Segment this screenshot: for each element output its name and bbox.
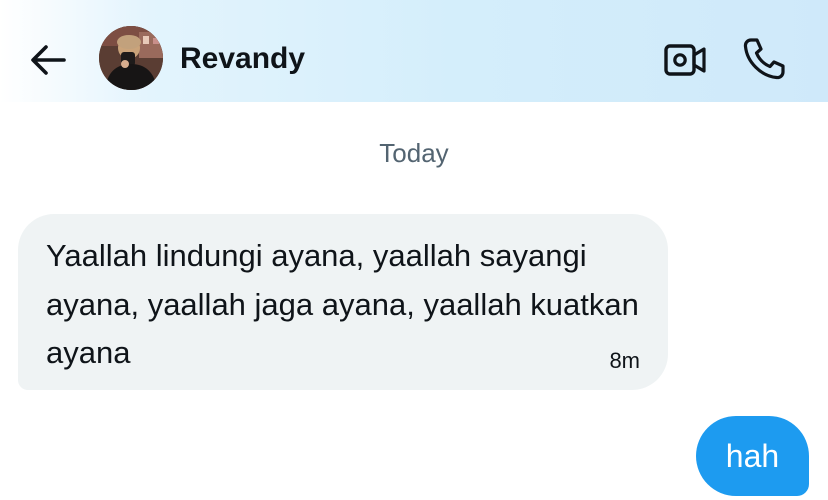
chat-header: Revandy — [0, 0, 828, 102]
back-button[interactable] — [28, 40, 68, 80]
avatar-photo — [99, 26, 163, 90]
message-text: hah — [725, 438, 780, 474]
phone-icon — [743, 38, 785, 80]
video-camera-icon — [664, 44, 706, 76]
voice-call-button[interactable] — [740, 35, 788, 83]
outgoing-message-bubble[interactable]: hah — [696, 416, 809, 496]
message-text: Yaallah lindungi ayana, yaallah sayangi … — [46, 238, 639, 370]
arrow-left-icon — [31, 45, 66, 75]
date-separator: Today — [379, 138, 449, 168]
avatar[interactable] — [99, 26, 163, 90]
chat-screen: Revandy Today Yaallah lindungi ayana, ya… — [0, 0, 828, 500]
incoming-message-bubble[interactable]: Yaallah lindungi ayana, yaallah sayangi … — [18, 214, 668, 390]
contact-name[interactable]: Revandy — [180, 41, 305, 77]
message-timestamp: 8m — [609, 348, 640, 373]
video-call-button[interactable] — [662, 40, 708, 80]
